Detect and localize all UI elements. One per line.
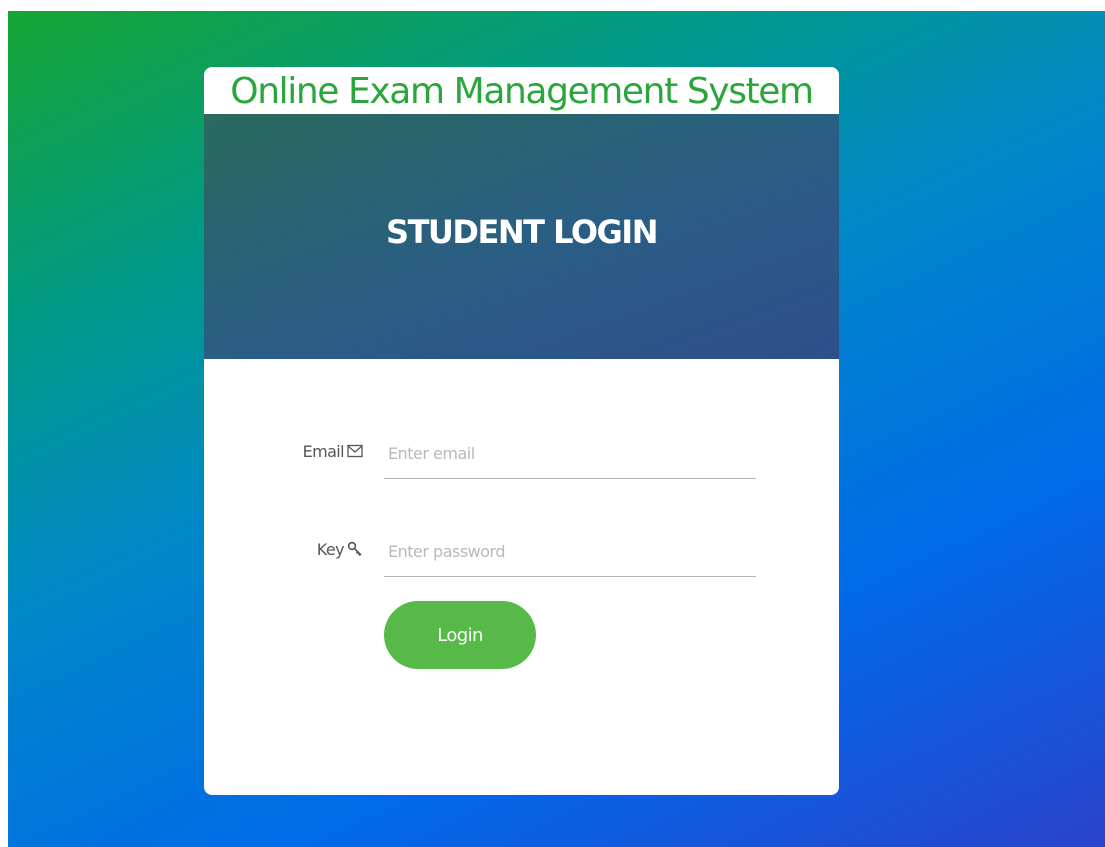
login-button[interactable]: Login <box>384 601 536 669</box>
email-row: Email <box>204 429 839 481</box>
email-input[interactable] <box>384 429 756 479</box>
login-card: Online Exam Management System STUDENT LO… <box>204 67 839 795</box>
banner-title: STUDENT LOGIN <box>386 213 658 251</box>
password-label-text: Key <box>316 539 345 559</box>
password-row: Key <box>204 527 839 579</box>
login-banner: STUDENT LOGIN <box>204 114 839 359</box>
page-background: Online Exam Management System STUDENT LO… <box>8 11 1105 847</box>
key-icon <box>347 541 363 557</box>
password-input[interactable] <box>384 527 756 577</box>
email-label-text: Email <box>302 441 345 461</box>
password-label: Key <box>317 537 363 561</box>
email-label: Email <box>303 439 363 463</box>
app-title: Online Exam Management System <box>230 71 814 112</box>
envelope-icon <box>347 444 363 458</box>
